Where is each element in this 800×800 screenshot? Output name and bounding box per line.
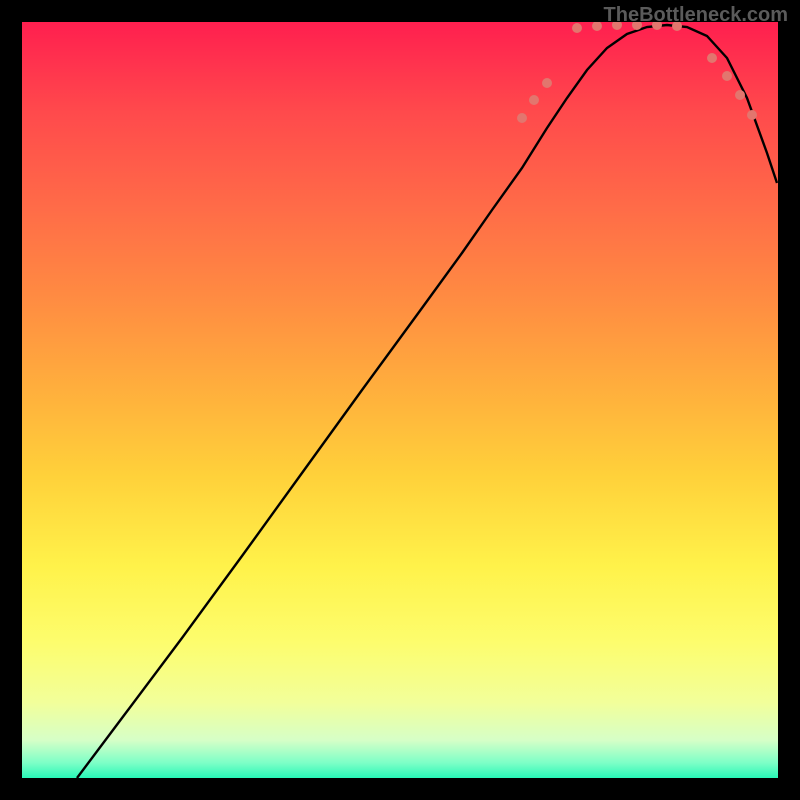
plot-area <box>22 22 778 778</box>
watermark-text: TheBottleneck.com <box>604 4 788 27</box>
marker-right-cluster-2 <box>722 71 732 81</box>
marker-left-cluster-1 <box>517 113 527 123</box>
marker-right-cluster-3 <box>735 90 745 100</box>
marker-right-cluster-1 <box>707 53 717 63</box>
bottleneck-curve <box>77 25 777 778</box>
marker-left-cluster-3 <box>542 78 552 88</box>
curve-layer <box>22 22 778 778</box>
marker-left-cluster-2 <box>529 95 539 105</box>
marker-flat-1 <box>572 23 582 33</box>
marker-right-cluster-4 <box>747 110 757 120</box>
chart-frame: TheBottleneck.com <box>0 0 800 800</box>
